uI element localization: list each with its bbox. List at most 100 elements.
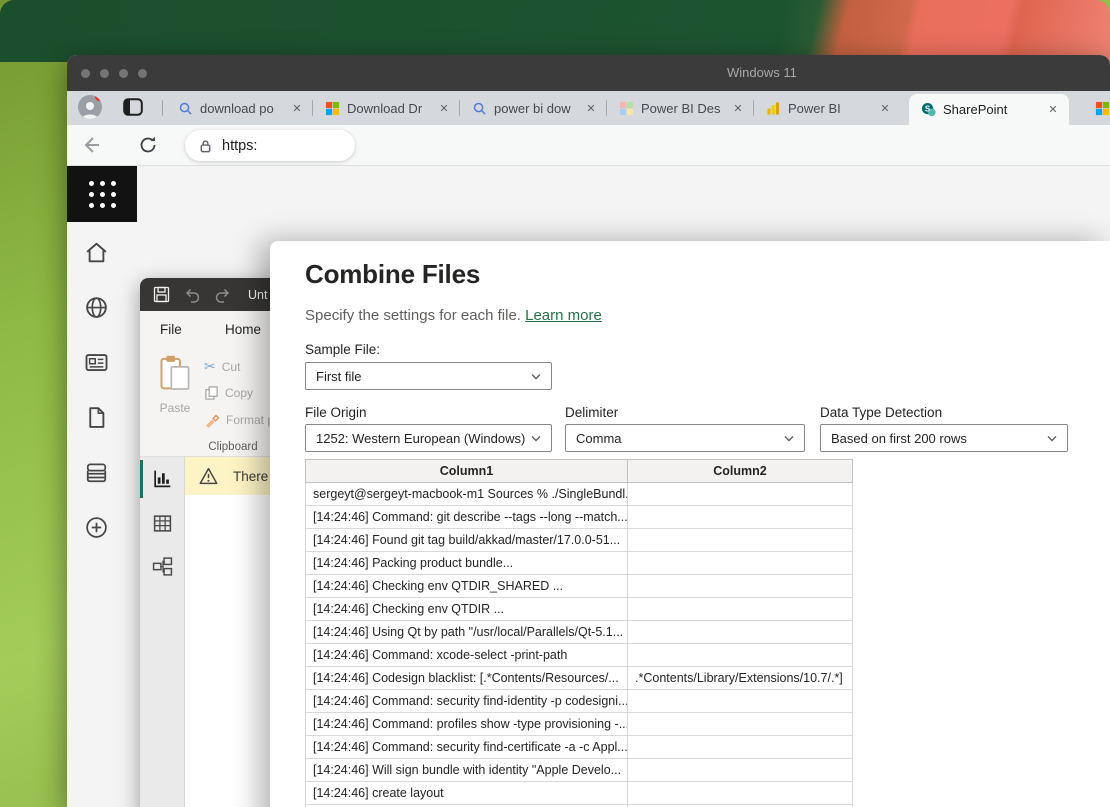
vm-window: Windows 11 download — [67, 55, 1110, 807]
table-cell — [628, 483, 853, 506]
table-row: [14:24:46] Codesign blacklist: [.*Conten… — [306, 667, 853, 690]
profile-avatar[interactable] — [78, 95, 102, 119]
table-cell: [14:24:46] Codesign blacklist: [.*Conten… — [306, 667, 628, 690]
model-view-icon[interactable] — [152, 556, 173, 577]
ribbon-tab-file[interactable]: File — [160, 322, 182, 337]
traffic-light-icon[interactable] — [81, 69, 90, 78]
tab-sharepoint[interactable]: S SharePoint ✕ — [909, 94, 1069, 125]
app-launcher-button[interactable] — [67, 166, 137, 222]
close-icon[interactable]: ✕ — [583, 100, 599, 116]
table-cell — [628, 575, 853, 598]
data-type-detection-dropdown[interactable]: Based on first 200 rows — [820, 424, 1068, 452]
report-view-icon[interactable] — [152, 468, 173, 489]
waffle-icon — [89, 181, 116, 208]
table-cell: .*Contents/Library/Extensions/10.7/.*] — [628, 667, 853, 690]
traffic-light-icon[interactable] — [100, 69, 109, 78]
divider — [162, 100, 163, 116]
microsoft-logo-icon — [325, 101, 340, 116]
table-row: [14:24:46] Command: profiles show -type … — [306, 713, 853, 736]
tab-search-icon[interactable] — [123, 98, 143, 118]
news-icon[interactable] — [84, 350, 109, 375]
dialog-title: Combine Files — [305, 259, 480, 290]
table-cell: sergeyt@sergeyt-macbook-m1 Sources % ./S… — [306, 483, 628, 506]
tab-partial[interactable] — [1083, 91, 1110, 125]
table-cell — [628, 690, 853, 713]
save-icon[interactable] — [153, 286, 170, 303]
collections-icon[interactable] — [84, 460, 109, 485]
redo-icon[interactable] — [214, 287, 232, 303]
file-origin-dropdown[interactable]: 1252: Western European (Windows) — [305, 424, 552, 452]
dialog-subtitle: Specify the settings for each file. Lear… — [305, 307, 602, 324]
column-header[interactable]: Column1 — [306, 460, 628, 483]
delimiter-dropdown[interactable]: Comma — [565, 424, 805, 452]
add-circle-icon[interactable] — [84, 515, 109, 540]
powerbi-icon — [766, 101, 781, 116]
macos-wallpaper — [0, 0, 1110, 62]
chevron-down-icon — [531, 435, 541, 442]
home-icon[interactable] — [84, 240, 109, 265]
vm-window-title: Windows 11 — [727, 65, 797, 80]
tab-list: download po ✕ Download Dr ✕ power bi dow — [166, 91, 1110, 125]
table-cell: [14:24:46] Command: security find-identi… — [306, 690, 628, 713]
table-row: [14:24:46] Packing product bundle... — [306, 552, 853, 575]
close-icon[interactable]: ✕ — [730, 100, 746, 116]
table-cell: [14:24:46] Using Qt by path "/usr/local/… — [306, 621, 628, 644]
table-row: [14:24:46] Command: git describe --tags … — [306, 506, 853, 529]
tab-power-bi[interactable]: Power BI ✕ — [754, 91, 901, 125]
copy-button[interactable]: Copy — [204, 385, 253, 401]
globe-icon[interactable] — [84, 295, 109, 320]
sharepoint-icon: S — [921, 102, 936, 117]
search-icon — [178, 101, 193, 116]
table-cell — [628, 782, 853, 805]
close-icon[interactable]: ✕ — [877, 100, 893, 116]
sharepoint-sidebar — [67, 222, 125, 807]
svg-text:S: S — [925, 104, 930, 113]
paste-label: Paste — [152, 401, 198, 415]
close-icon[interactable]: ✕ — [436, 100, 452, 116]
delimiter-label: Delimiter — [565, 405, 618, 420]
table-cell: [14:24:46] Packing product bundle... — [306, 552, 628, 575]
close-icon[interactable]: ✕ — [289, 100, 305, 116]
clipboard-group-label: Clipboard — [188, 441, 278, 453]
tab-download-po[interactable]: download po ✕ — [166, 91, 313, 125]
url-text: https: — [222, 138, 257, 154]
close-icon[interactable]: ✕ — [1045, 102, 1061, 118]
view-rail — [140, 457, 185, 807]
ribbon-tab-home[interactable]: Home — [225, 322, 261, 337]
table-cell: [14:24:46] create layout — [306, 782, 628, 805]
table-row: [14:24:46] Checking env QTDIR ... — [306, 598, 853, 621]
back-icon[interactable] — [80, 134, 102, 156]
sample-file-label: Sample File: — [305, 342, 380, 357]
sample-file-dropdown[interactable]: First file — [305, 362, 552, 390]
format-painter-button[interactable]: Format p — [204, 412, 274, 428]
learn-more-link[interactable]: Learn more — [525, 307, 602, 324]
address-bar[interactable]: https: — [185, 130, 355, 161]
traffic-light-icon[interactable] — [138, 69, 147, 78]
data-type-detection-label: Data Type Detection — [820, 405, 942, 420]
warning-icon — [199, 467, 218, 485]
document-icon[interactable] — [84, 405, 109, 430]
preview-table-container: Column1 Column2 sergeyt@sergeyt-macbook-… — [305, 459, 854, 807]
table-row: [14:24:46] Checking env QTDIR_SHARED ... — [306, 575, 853, 598]
column-header[interactable]: Column2 — [628, 460, 853, 483]
undo-icon[interactable] — [183, 287, 201, 303]
tab-download-dr[interactable]: Download Dr ✕ — [313, 91, 460, 125]
clipboard-icon — [159, 354, 191, 392]
preview-table-body: sergeyt@sergeyt-macbook-m1 Sources % ./S… — [306, 483, 853, 807]
data-view-icon[interactable] — [152, 513, 173, 534]
paste-button[interactable]: Paste — [152, 354, 198, 438]
file-origin-label: File Origin — [305, 405, 367, 420]
powerbi-doc-title: Unt — [248, 288, 267, 302]
tab-power-bi-dow[interactable]: power bi dow ✕ — [460, 91, 607, 125]
traffic-light-icon[interactable] — [119, 69, 128, 78]
preview-table: Column1 Column2 sergeyt@sergeyt-macbook-… — [305, 459, 853, 807]
tab-power-bi-des[interactable]: Power BI Des ✕ — [607, 91, 754, 125]
refresh-icon[interactable] — [137, 134, 159, 156]
selected-view-indicator — [140, 460, 143, 498]
cut-button[interactable]: ✂ Cut — [204, 358, 240, 375]
table-row: sergeyt@sergeyt-macbook-m1 Sources % ./S… — [306, 483, 853, 506]
vm-titlebar: Windows 11 — [67, 55, 1110, 91]
window-traffic-lights[interactable] — [81, 69, 147, 78]
microsoft-logo-faded-icon — [619, 101, 634, 116]
table-row: [14:24:46] Found git tag build/akkad/mas… — [306, 529, 853, 552]
